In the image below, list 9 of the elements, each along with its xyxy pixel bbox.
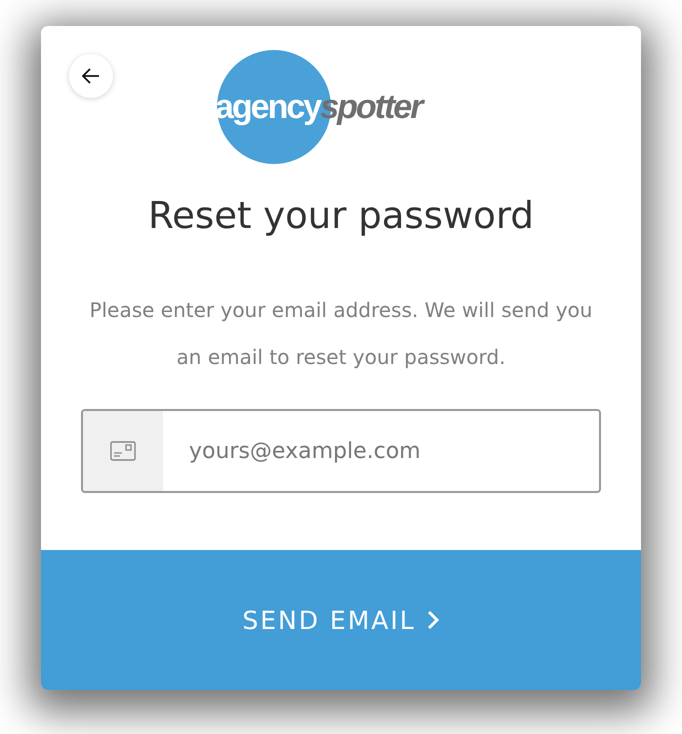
- email-field[interactable]: yours@example.com: [81, 409, 601, 493]
- back-arrow-icon: [82, 68, 100, 84]
- back-button[interactable]: [69, 54, 113, 98]
- dialog-title: Reset your password: [148, 194, 534, 237]
- chevron-right-icon: [426, 609, 440, 631]
- envelope-icon: [110, 441, 136, 461]
- instruction-text: Please enter your email address. We will send you an email to reset your password.: [88, 297, 594, 371]
- send-email-button[interactable]: SEND EMAIL: [41, 550, 641, 690]
- logo-text: agency: [215, 88, 320, 126]
